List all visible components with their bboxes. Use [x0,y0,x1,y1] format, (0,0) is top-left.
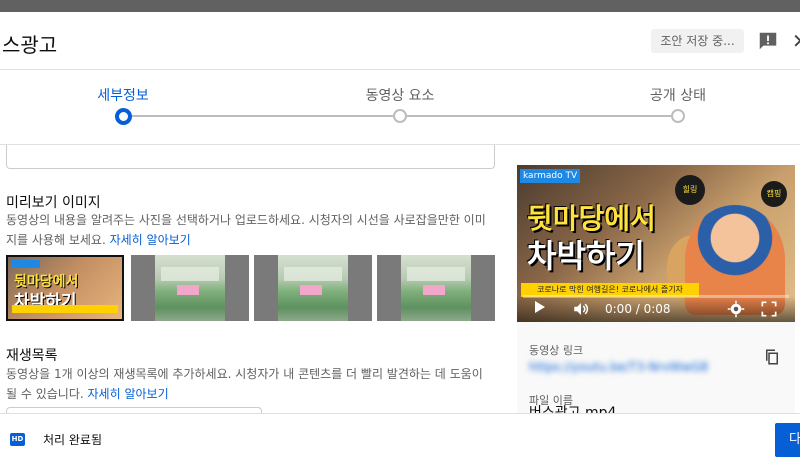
step-connector [407,115,671,117]
bus-frame-image [278,255,348,321]
thumbnail-option-auto-1[interactable] [131,255,249,321]
sticker-healing: 힐링 [675,175,705,205]
copy-icon[interactable] [763,346,781,368]
step-video-elements-dot[interactable] [393,109,407,123]
volume-icon[interactable] [571,300,591,318]
playlist-section-title: 재생목록 [6,348,58,364]
description-textarea[interactable] [6,145,495,169]
step-connector [132,115,393,117]
step-video-elements-label[interactable]: 동영상 요소 [366,85,435,105]
channel-brand-badge: karmado TV [520,169,581,183]
step-visibility-dot[interactable] [671,109,685,123]
processing-status: 처리 완료됨 [43,433,103,447]
next-button[interactable]: 다 [775,423,800,457]
play-icon[interactable] [535,301,545,313]
bus-frame-image [155,255,225,321]
bus-frame-image [401,255,471,321]
video-player[interactable]: karmado TV 힐링 캠핑 뒷마당에서 차박하기 코로나로 막힌 여행길은… [517,165,795,322]
file-name-value: 버스광고.mp4 [529,405,617,413]
video-time-label: 0:00 / 0:08 [605,302,671,316]
thumbnail-caption-bar [12,305,118,313]
video-preview-panel: karmado TV 힐링 캠핑 뒷마당에서 차박하기 코로나로 막힌 여행길은… [517,165,795,413]
dialog-footer: HD 처리 완료됨 다 [0,413,800,462]
step-visibility-label[interactable]: 공개 상태 [650,85,706,105]
settings-gear-icon[interactable] [727,300,745,318]
upload-stepper: 세부정보 동영상 요소 공개 상태 [0,71,800,145]
thumbnail-option-custom[interactable]: 뒷마당에서 차박하기 [6,255,124,321]
thumbnail-image: 뒷마당에서 차박하기 [8,257,122,319]
top-overlay-bar [0,0,800,12]
thumbnail-brand-mark [12,260,40,268]
player-controls: 0:00 / 0:08 [517,296,795,322]
playlist-section-description: 동영상을 1개 이상의 재생목록에 추가하세요. 시청자가 내 콘텐츠를 더 빨… [6,367,483,401]
fullscreen-icon[interactable] [761,301,777,317]
step-details-dot[interactable] [115,108,132,125]
thumbnail-options: 뒷마당에서 차박하기 [6,255,496,323]
thumbnail-option-auto-3[interactable] [377,255,495,321]
thumbnail-section-title: 미리보기 이미지 [6,195,101,211]
dialog-header: 스광고 조안 저장 중... ✕ [0,12,800,70]
video-link-label: 동영상 링크 [529,344,584,357]
thumbnail-option-auto-2[interactable] [254,255,372,321]
thumbnail-learn-more-link[interactable]: 자세히 알아보기 [110,233,191,247]
details-form: 미리보기 이미지 동영상의 내용을 알려주는 사진을 선택하거나 업로드하세요.… [0,145,800,413]
dialog-title: 스광고 [2,33,58,57]
step-details-label[interactable]: 세부정보 [97,85,149,105]
feedback-icon[interactable] [757,30,779,52]
close-icon[interactable]: ✕ [792,28,800,54]
video-link[interactable]: https://youtu.be/T3-NrvWwG8 [529,360,708,374]
save-status-badge: 조안 저장 중... [651,29,744,53]
hd-badge-icon: HD [10,433,25,446]
sticker-camping: 캠핑 [761,181,787,207]
playlist-learn-more-link[interactable]: 자세히 알아보기 [88,387,169,401]
video-headline-2: 차박하기 [527,237,645,275]
thumbnail-section-description: 동영상의 내용을 알려주는 사진을 선택하거나 업로드하세요. 시청자의 시선을… [6,213,486,247]
